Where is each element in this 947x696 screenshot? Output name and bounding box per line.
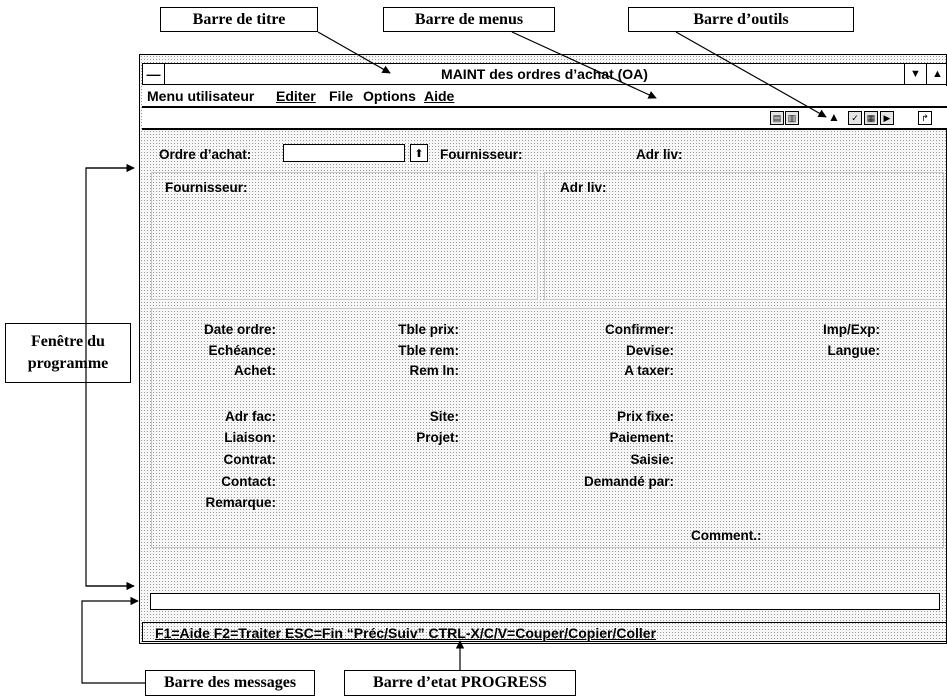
callout-connectors: [81, 31, 827, 684]
connector-menu-bar: [511, 31, 657, 99]
connector-message-bar: [81, 596, 145, 684]
connector-title-bar: [317, 31, 391, 74]
connector-program-window: [85, 167, 134, 587]
connector-toolbar: [675, 31, 827, 118]
